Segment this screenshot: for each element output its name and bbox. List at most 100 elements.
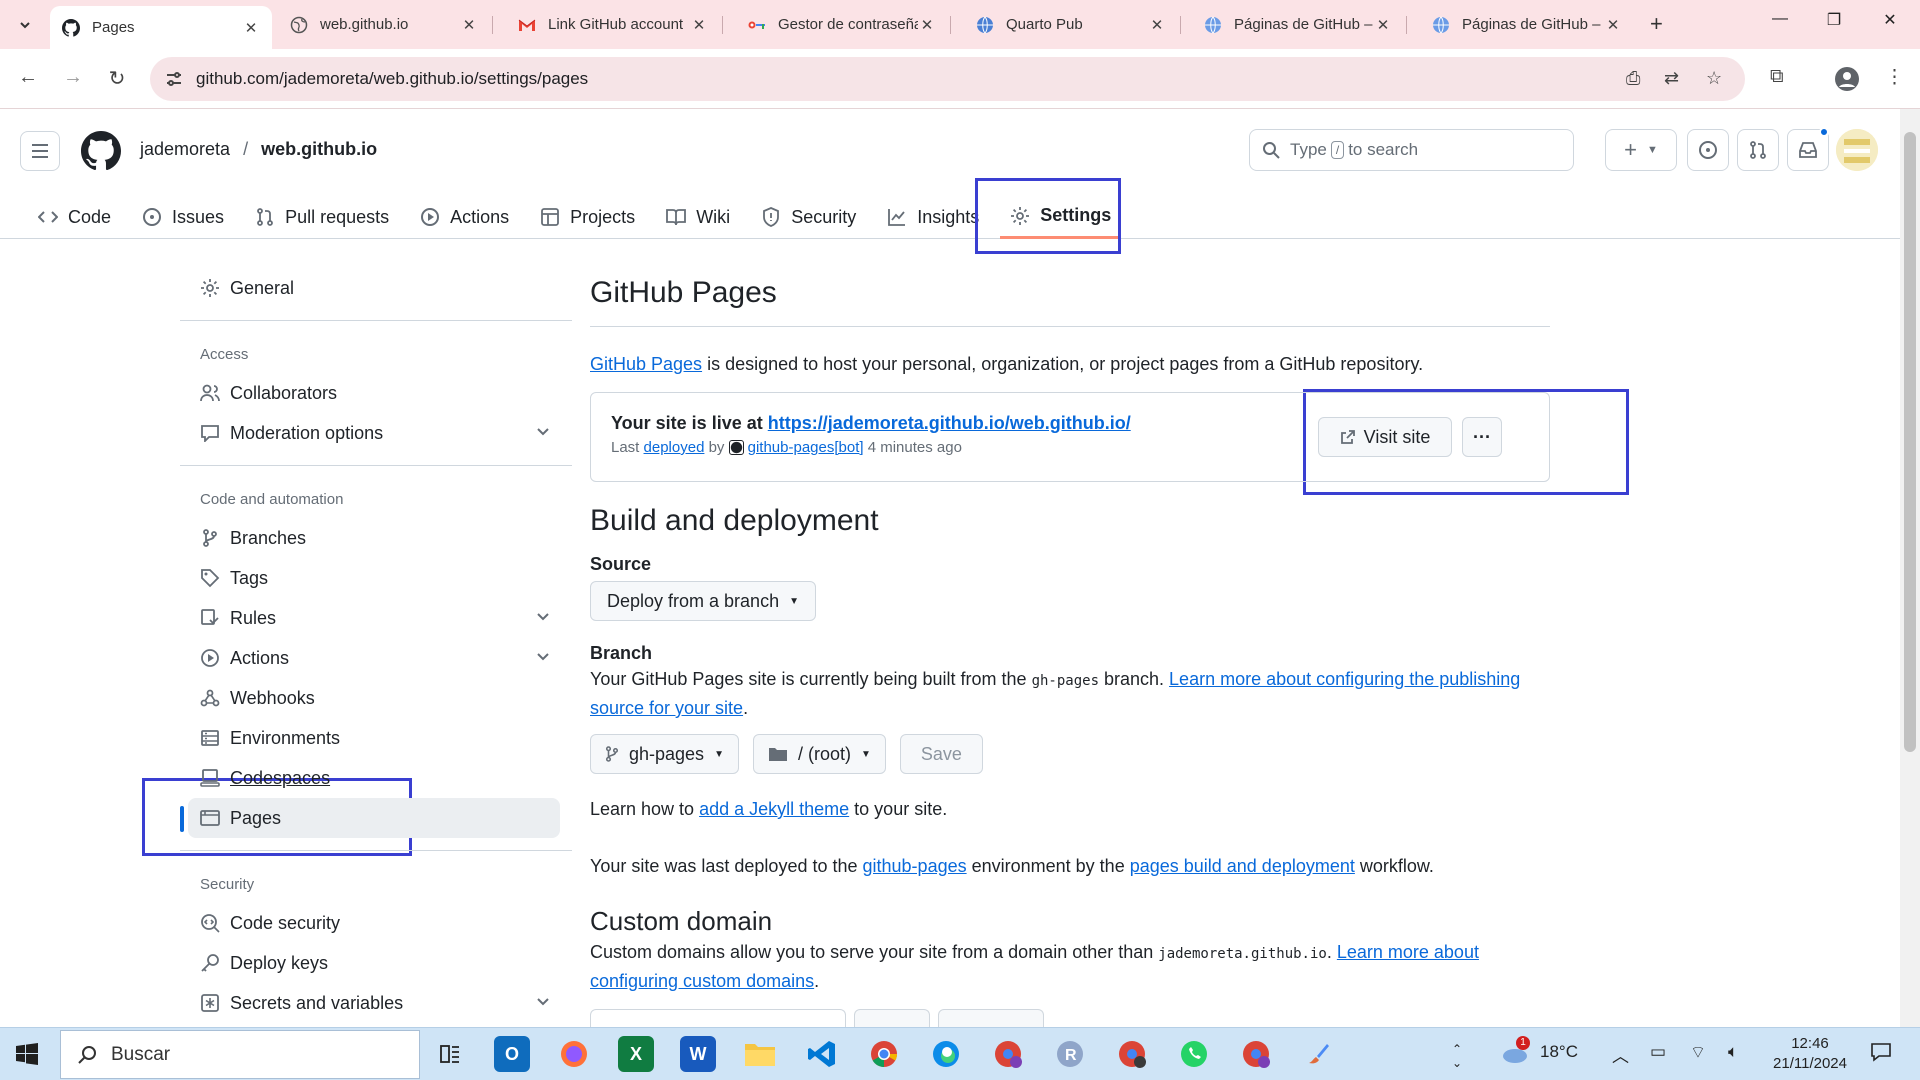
outlook-icon[interactable]: O — [494, 1036, 530, 1072]
custom-domain-input[interactable] — [590, 1009, 846, 1029]
chrome-profile-icon[interactable] — [1114, 1036, 1150, 1072]
sidebar-item-codespaces[interactable]: Codespaces — [180, 758, 572, 798]
omnibox[interactable]: github.com/jademoreta/web.github.io/sett… — [150, 57, 1745, 101]
sidebar-item-moderation[interactable]: Moderation options — [180, 413, 572, 453]
close-tab-icon[interactable]: ✕ — [690, 16, 708, 34]
taskbar-search[interactable]: Buscar — [60, 1030, 420, 1079]
browser-tab-passwords[interactable]: Gestor de contraseñas ✕ — [736, 6, 948, 43]
tab-projects[interactable]: Projects — [530, 195, 645, 239]
scrollbar-thumb[interactable] — [1904, 132, 1916, 752]
tab-search-button[interactable] — [10, 10, 40, 40]
deployed-link[interactable]: deployed — [644, 439, 705, 456]
global-nav-button[interactable] — [20, 131, 60, 171]
chrome-icon[interactable] — [866, 1036, 902, 1072]
browser-tab-quarto[interactable]: Quarto Pub ✕ — [964, 6, 1178, 43]
restore-icon[interactable]: ❐ — [1814, 10, 1854, 30]
bot-link[interactable]: github-pages[bot] — [748, 439, 864, 456]
extensions-icon[interactable]: ⧉ — [1770, 66, 1784, 88]
whatsapp-icon[interactable] — [1176, 1036, 1212, 1072]
search-input[interactable]: Type / to search — [1249, 129, 1574, 171]
vscode-icon[interactable] — [804, 1036, 840, 1072]
install-app-icon[interactable]: ⎙ — [1626, 68, 1640, 89]
forward-icon[interactable]: → — [60, 66, 86, 89]
sidebar-item-actions[interactable]: Actions — [180, 638, 572, 678]
battery-icon[interactable]: ▭ — [1650, 1042, 1666, 1062]
sidebar-item-pages[interactable]: Pages — [180, 798, 560, 838]
workflow-link[interactable]: pages build and deployment — [1130, 856, 1355, 876]
branch-select[interactable]: gh-pages ▼ — [590, 734, 739, 774]
environment-link[interactable]: github-pages — [863, 856, 967, 876]
visit-site-button[interactable]: Visit site — [1318, 417, 1452, 457]
task-view-icon[interactable] — [432, 1036, 468, 1072]
file-explorer-icon[interactable] — [742, 1036, 778, 1072]
sidebar-item-collaborators[interactable]: Collaborators — [180, 373, 572, 413]
tab-wiki[interactable]: Wiki — [656, 195, 740, 239]
r-app-icon[interactable]: R — [1052, 1036, 1088, 1072]
notifications-icon[interactable] — [1870, 1042, 1892, 1067]
bookmark-star-icon[interactable]: ☆ — [1706, 68, 1722, 89]
word-icon[interactable]: W — [680, 1036, 716, 1072]
firefox-icon[interactable] — [556, 1036, 592, 1072]
sidebar-item-branches[interactable]: Branches — [180, 518, 572, 558]
profile-icon[interactable] — [1834, 66, 1860, 98]
more-options-button[interactable]: ··· — [1462, 417, 1502, 457]
tab-pull-requests[interactable]: Pull requests — [245, 195, 399, 239]
browser-tab-paginas-2[interactable]: Páginas de GitHub – ✕ — [1420, 6, 1634, 43]
tab-insights[interactable]: Insights — [877, 195, 989, 239]
create-new-button[interactable]: + ▼ — [1605, 129, 1677, 171]
volume-icon[interactable]: 🔈︎ — [1728, 1042, 1738, 1062]
tab-code[interactable]: Code — [28, 195, 121, 239]
close-tab-icon[interactable]: ✕ — [1374, 16, 1392, 34]
back-icon[interactable]: ← — [15, 66, 41, 89]
chevron-up-icon[interactable]: ︿ — [1612, 1042, 1629, 1067]
url-text[interactable]: github.com/jademoreta/web.github.io/sett… — [196, 69, 588, 89]
sidebar-item-rules[interactable]: Rules — [180, 598, 572, 638]
weather-temperature[interactable]: 18°C — [1540, 1042, 1578, 1062]
browser-tab-gmail[interactable]: Link GitHub account ✕ — [506, 6, 720, 43]
browser-tab-paginas-1[interactable]: Páginas de GitHub – ✕ — [1192, 6, 1404, 43]
source-select[interactable]: Deploy from a branch ▼ — [590, 581, 816, 621]
jekyll-theme-link[interactable]: add a Jekyll theme — [699, 799, 849, 819]
custom-domain-save-button[interactable] — [854, 1009, 930, 1029]
close-tab-icon[interactable]: ✕ — [1604, 16, 1622, 34]
edge-icon[interactable] — [928, 1036, 964, 1072]
sidebar-item-environments[interactable]: Environments — [180, 718, 572, 758]
translate-icon[interactable]: ⇄ — [1664, 68, 1679, 89]
reload-icon[interactable]: ↻ — [104, 66, 130, 91]
site-url-link[interactable]: https://jademoreta.github.io/web.github.… — [768, 413, 1131, 433]
pull-requests-button[interactable] — [1737, 129, 1779, 171]
github-pages-link[interactable]: GitHub Pages — [590, 354, 702, 374]
tab-security[interactable]: Security — [751, 195, 866, 239]
minimize-icon[interactable]: — — [1760, 10, 1800, 28]
paint-icon[interactable] — [1300, 1036, 1336, 1072]
browser-tab-web[interactable]: web.github.io ✕ — [278, 6, 490, 43]
close-window-icon[interactable]: ✕ — [1870, 10, 1910, 30]
sidebar-item-webhooks[interactable]: Webhooks — [180, 678, 572, 718]
folder-select[interactable]: / (root) ▼ — [752, 734, 886, 774]
taskbar-clock[interactable]: 12:46 21/11/2024 — [1765, 1034, 1855, 1074]
chrome-menu-icon[interactable]: ⋮ — [1885, 66, 1904, 89]
chrome-profile-icon[interactable] — [1238, 1036, 1274, 1072]
tray-overflow-icon[interactable]: ⌃ ⌄ — [1452, 1042, 1462, 1070]
sidebar-item-deploy-keys[interactable]: Deploy keys — [180, 943, 572, 983]
close-tab-icon[interactable]: ✕ — [1148, 16, 1166, 34]
close-tab-icon[interactable]: ✕ — [918, 16, 936, 34]
browser-tab-pages[interactable]: Pages ✕ — [50, 6, 272, 49]
github-logo-icon[interactable] — [81, 131, 121, 171]
excel-icon[interactable]: X — [618, 1036, 654, 1072]
sidebar-item-code-security[interactable]: Code security — [180, 903, 572, 943]
repo-owner-link[interactable]: jademoreta — [140, 139, 230, 159]
site-settings-icon[interactable] — [164, 69, 184, 89]
tab-issues[interactable]: Issues — [132, 195, 234, 239]
custom-domain-remove-button[interactable] — [938, 1009, 1044, 1029]
sidebar-item-tags[interactable]: Tags — [180, 558, 572, 598]
tab-actions[interactable]: Actions — [410, 195, 519, 239]
sidebar-item-secrets[interactable]: Secrets and variables — [180, 983, 572, 1023]
save-button[interactable]: Save — [899, 734, 983, 774]
new-tab-icon[interactable]: + — [1650, 11, 1663, 37]
sidebar-item-general[interactable]: General — [180, 268, 572, 308]
avatar[interactable] — [1836, 129, 1878, 171]
issues-button[interactable] — [1687, 129, 1729, 171]
chrome-profile-icon[interactable] — [990, 1036, 1026, 1072]
repo-name-link[interactable]: web.github.io — [261, 139, 377, 159]
